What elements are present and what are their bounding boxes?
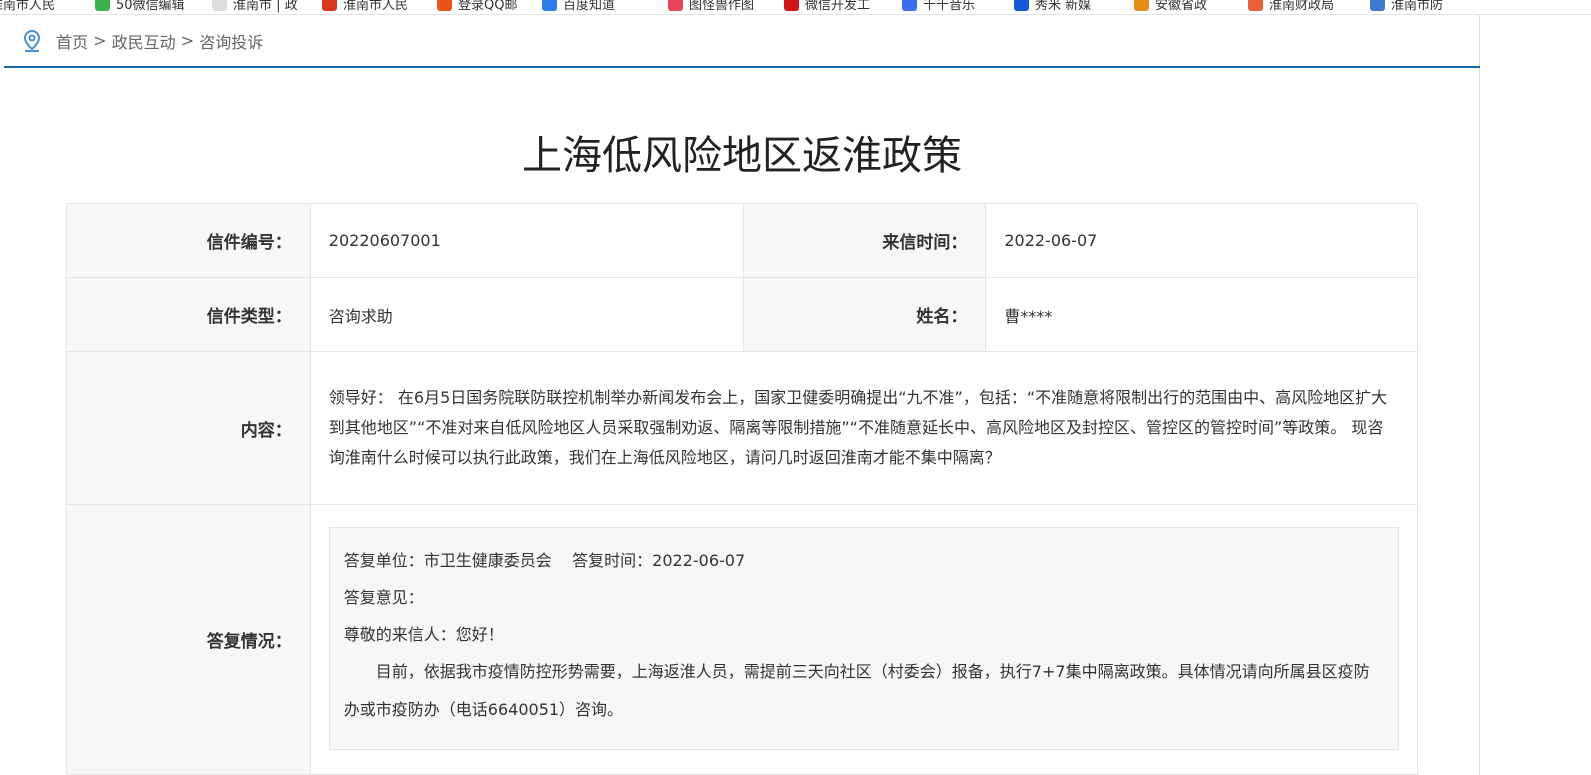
bookmark-item[interactable]: 安徽省政 [1134, 0, 1207, 13]
page: 首页 > 政民互动 > 咨询投诉 上海低风险地区返淮政策 信件编号： 20220… [4, 15, 1480, 775]
reply-label: 答复情况： [66, 504, 311, 775]
bookmark-item[interactable]: 千千音乐 [902, 0, 975, 13]
bookmark-label: 秀米 新媒 [1035, 0, 1092, 13]
bookmark-label: 登录QQ邮 [458, 0, 518, 13]
bookmark-item[interactable]: 淮南财政局 [1248, 0, 1334, 13]
bookmark-item[interactable]: 秀米 新媒 [1014, 0, 1091, 13]
bookmark-label: 50微信编辑 [116, 0, 185, 13]
bookmark-favicon-icon [322, 0, 337, 11]
reply-unit: 答复单位：市卫生健康委员会 [343, 551, 552, 570]
bookmark-favicon-icon [437, 0, 452, 11]
letter-no-label: 信件编号： [66, 203, 311, 278]
breadcrumb-consult[interactable]: 咨询投诉 [199, 29, 263, 53]
location-pin-icon [23, 29, 41, 52]
reply-greeting: 尊敬的来信人：您好！ [343, 625, 504, 644]
bookmark-favicon-icon [668, 0, 683, 11]
content-label: 内容： [66, 351, 311, 505]
reply-time: 答复时间：2022-06-07 [572, 551, 746, 570]
type-label: 信件类型： [66, 277, 311, 352]
letter-time: 2022-06-07 [985, 203, 1418, 278]
bookmark-item[interactable]: 微信开发工 [784, 0, 870, 13]
reply-box: 答复单位：市卫生健康委员会 答复时间：2022-06-07 答复意见： 尊敬的来… [328, 527, 1399, 750]
bookmark-label: 图怪兽作图 [689, 0, 755, 13]
letter-type: 咨询求助 [309, 277, 744, 352]
bookmark-favicon-icon [1370, 0, 1385, 11]
bookmark-favicon-icon [542, 0, 557, 11]
breadcrumb-sep: > [93, 31, 107, 50]
bookmark-item[interactable]: 淮南市防 [1370, 0, 1443, 13]
name-label: 姓名： [742, 277, 987, 352]
bookmark-label: 淮南市人民 [0, 0, 56, 13]
breadcrumb-interaction[interactable]: 政民互动 [112, 29, 176, 53]
letter-no: 20220607001 [309, 203, 744, 278]
bookmark-label: 淮南市人民 [343, 0, 409, 13]
bookmark-item[interactable]: 50微信编辑 [95, 0, 185, 13]
reply-body: 目前，依据我市疫情防控形势需要，上海返淮人员，需提前三天向社区（村委会）报备，执… [343, 662, 1370, 719]
bookmark-favicon-icon [95, 0, 110, 11]
reply-cell: 答复单位：市卫生健康委员会 答复时间：2022-06-07 答复意见： 尊敬的来… [309, 504, 1419, 775]
bookmark-favicon-icon [212, 0, 227, 11]
bookmark-label: 淮南市防 [1391, 0, 1444, 13]
breadcrumb: 首页 > 政民互动 > 咨询投诉 [4, 15, 1480, 68]
bookmark-label: 微信开发工 [805, 0, 871, 13]
bookmark-label: 安徽省政 [1155, 0, 1208, 13]
bookmark-item[interactable]: 淮南市人民 [0, 0, 55, 13]
bookmark-label: 千千音乐 [923, 0, 976, 13]
sender-name: 曹**** [985, 277, 1418, 352]
bookmark-favicon-icon [1014, 0, 1029, 11]
breadcrumb-sep: > [180, 31, 195, 50]
bookmark-label: 淮南财政局 [1269, 0, 1335, 13]
bookmark-item[interactable]: 淮南市 | 政 [212, 0, 298, 13]
bookmark-favicon-icon [1134, 0, 1149, 11]
letter-table: 信件编号： 20220607001 来信时间： 2022-06-07 信件类型：… [66, 203, 1419, 775]
reply-opinion-label: 答复意见： [343, 588, 424, 607]
bookmark-favicon-icon [902, 0, 917, 11]
bookmark-item[interactable]: 淮南市人民 [322, 0, 408, 13]
bookmark-favicon-icon [784, 0, 799, 11]
bookmark-favicon-icon [1248, 0, 1263, 11]
bookmarks-bar: 淮南市人民 50微信编辑 淮南市 | 政 淮南市人民 登录QQ邮 百度知道 图怪兽作图 微信开… [0, 0, 1591, 15]
bookmark-item[interactable]: 图怪兽作图 [668, 0, 754, 13]
letter-content: 领导好： 在6月5日国务院联防联控机制举办新闻发布会上，国家卫健委明确提出“九不… [309, 351, 1419, 505]
breadcrumb-home[interactable]: 首页 [56, 29, 88, 53]
bookmark-label: 淮南市 | 政 [233, 0, 298, 13]
bookmark-item[interactable]: 登录QQ邮 [437, 0, 517, 13]
time-label: 来信时间： [742, 203, 987, 278]
page-title: 上海低风险地区返淮政策 [522, 133, 962, 179]
bookmark-item[interactable]: 百度知道 [542, 0, 615, 13]
bookmark-label: 百度知道 [563, 0, 616, 13]
